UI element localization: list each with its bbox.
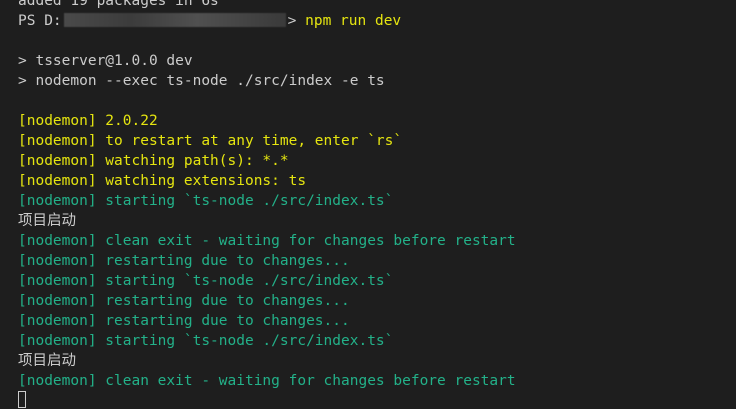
log-line: [nodemon] watching extensions: ts xyxy=(18,173,307,189)
log-line: 项目启动 xyxy=(18,353,76,369)
text-cursor[interactable] xyxy=(18,391,26,408)
log-line: [nodemon] restarting due to changes... xyxy=(18,293,350,309)
terminal-output: added 19 packages in 6s PS D: > npm run d… xyxy=(18,0,736,409)
redacted-path xyxy=(63,13,286,27)
prompt-line: PS D: > npm run dev xyxy=(18,11,736,31)
log-line: [nodemon] clean exit - waiting for chang… xyxy=(18,373,516,389)
command-text: npm run dev xyxy=(305,13,402,29)
log-lines: [nodemon] 2.0.22 [nodemon] to restart at … xyxy=(18,111,736,391)
log-line: 项目启动 xyxy=(18,213,76,229)
prompt-suffix: > xyxy=(287,13,297,29)
log-line: [nodemon] to restart at any time, enter … xyxy=(18,133,403,149)
log-line: [nodemon] restarting due to changes... xyxy=(18,313,350,329)
log-line: [nodemon] starting `ts-node ./src/index.… xyxy=(18,273,394,289)
previous-output-line: added 19 packages in 6s xyxy=(18,0,219,9)
log-line: [nodemon] watching path(s): *.* xyxy=(18,153,289,169)
script-line: > tsserver@1.0.0 dev xyxy=(18,53,193,69)
log-line: [nodemon] starting `ts-node ./src/index.… xyxy=(18,333,394,349)
log-line: [nodemon] 2.0.22 xyxy=(18,113,158,129)
log-line: [nodemon] clean exit - waiting for chang… xyxy=(18,233,516,249)
log-line: [nodemon] restarting due to changes... xyxy=(18,253,350,269)
log-line: [nodemon] starting `ts-node ./src/index.… xyxy=(18,193,394,209)
terminal-panel[interactable]: added 19 packages in 6s PS D: > npm run d… xyxy=(0,0,736,409)
prompt-prefix: PS D: xyxy=(18,13,62,29)
script-line: > nodemon --exec ts-node ./src/index -e … xyxy=(18,73,385,89)
cursor-line xyxy=(18,391,736,409)
